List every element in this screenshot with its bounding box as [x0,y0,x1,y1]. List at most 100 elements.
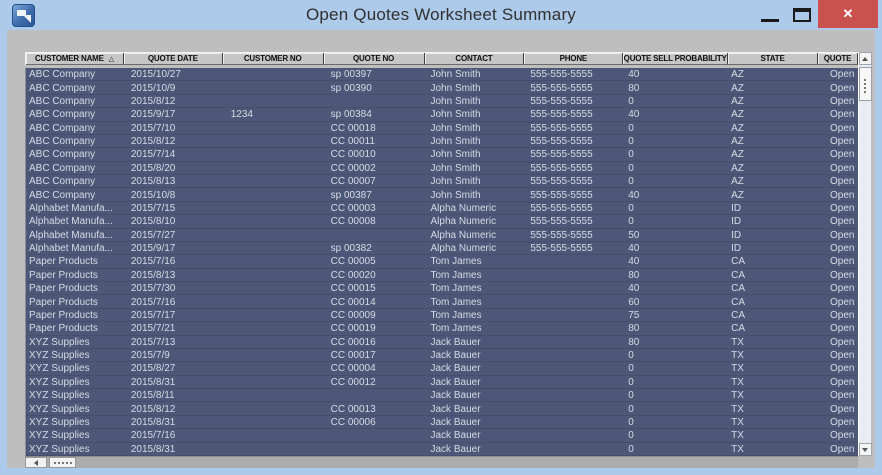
column-header-quote[interactable]: QUOTE [818,53,858,65]
titlebar[interactable]: Open Quotes Worksheet Summary ✕ [0,0,882,30]
table-row[interactable]: Alphabet Manufa...2015/9/17sp 00382Alpha… [26,242,858,255]
cell: CA [728,309,818,322]
cell: AZ [728,162,818,175]
table-row[interactable]: XYZ Supplies2015/8/31Jack Bauer0TXOpen [26,443,858,456]
cell: 2015/8/10 [124,215,223,228]
scroll-up-button[interactable] [859,52,872,65]
cell [223,242,324,255]
cell: 0 [623,376,728,389]
table-row[interactable]: Paper Products2015/7/30CC 00015Tom James… [26,282,858,295]
cell [223,269,324,282]
cell: Open [818,215,858,228]
minimize-button[interactable] [756,0,784,28]
cell: 0 [623,202,728,215]
table-row[interactable]: XYZ Supplies2015/8/11Jack Bauer0TXOpen [26,389,858,402]
cell: John Smith [425,82,525,95]
cell: Jack Bauer [425,376,525,389]
table-row[interactable]: ABC Company2015/8/12John Smith555-555-55… [26,95,858,108]
cell: Open [818,108,858,121]
cell [524,309,623,322]
cell: 2015/10/8 [124,189,223,202]
cell: CC 00010 [324,148,425,161]
table-row[interactable]: ABC Company2015/8/13CC 00007John Smith55… [26,175,858,188]
horizontal-scrollbar-thumb[interactable] [49,457,76,468]
table-row[interactable]: XYZ Supplies2015/8/31CC 00012Jack Bauer0… [26,376,858,389]
horizontal-scrollbar[interactable] [25,456,858,468]
cell [223,309,324,322]
cell: 2015/7/17 [124,309,223,322]
table-row[interactable]: ABC Company2015/10/8sp 00387John Smith55… [26,188,858,201]
column-header-customer-no[interactable]: CUSTOMER NO [223,53,324,65]
table-row[interactable]: Alphabet Manufa...2015/7/27Alpha Numeric… [26,229,858,242]
cell: 40 [623,242,728,255]
cell: XYZ Supplies [26,376,124,389]
table-row[interactable]: Alphabet Manufa...2015/8/10CC 00008Alpha… [26,215,858,228]
cell: CC 00016 [324,336,425,349]
cell: XYZ Supplies [26,429,124,442]
table-row[interactable]: Paper Products2015/8/13CC 00020Tom James… [26,269,858,282]
cell: Open [818,135,858,148]
close-button[interactable]: ✕ [818,0,878,28]
cell: 60 [623,296,728,309]
cell: 0 [623,403,728,416]
table-row[interactable]: XYZ Supplies2015/7/9CC 00017Jack Bauer0T… [26,349,858,362]
cell: Tom James [425,322,525,335]
scroll-down-button[interactable] [859,443,872,456]
table-row[interactable]: ABC Company2015/9/171234sp 00384John Smi… [26,108,858,121]
cell [524,282,623,295]
table-row[interactable]: ABC Company2015/8/20CC 00002John Smith55… [26,162,858,175]
table-header: CUSTOMER NAME△QUOTE DATECUSTOMER NOQUOTE… [25,52,858,65]
scroll-left-icon [34,460,38,466]
table-body: ABC Company2015/10/27sp 00397John Smith5… [25,68,858,456]
column-header-contact[interactable]: CONTACT [425,53,525,65]
cell: John Smith [425,175,525,188]
cell [324,229,425,242]
table-row[interactable]: ABC Company2015/10/9sp 00390John Smith55… [26,81,858,94]
column-header-customer-name[interactable]: CUSTOMER NAME△ [26,53,124,65]
table-row[interactable]: Paper Products2015/7/16CC 00014Tom James… [26,295,858,308]
table-row[interactable]: ABC Company2015/7/10CC 00018John Smith55… [26,122,858,135]
table-row[interactable]: Paper Products2015/7/21CC 00019Tom James… [26,322,858,335]
table-row[interactable]: Paper Products2015/7/16CC 00005Tom James… [26,255,858,268]
cell [223,148,324,161]
cell: 2015/8/13 [124,175,223,188]
cell: Open [818,269,858,282]
cell: ABC Company [26,108,124,121]
column-header-quote-sell-probability[interactable]: QUOTE SELL PROBABILITY [623,53,728,65]
table-row[interactable]: ABC Company2015/8/12CC 00011John Smith55… [26,135,858,148]
cell: 0 [623,349,728,362]
cell: TX [728,362,818,375]
scroll-left-button[interactable] [25,457,47,468]
table-row[interactable]: XYZ Supplies2015/8/31CC 00006Jack Bauer0… [26,416,858,429]
table-row[interactable]: Paper Products2015/7/17CC 00009Tom James… [26,309,858,322]
cell: 2015/8/11 [124,389,223,402]
table-row[interactable]: Alphabet Manufa...2015/7/15CC 00003Alpha… [26,202,858,215]
cell: CC 00004 [324,362,425,375]
cell: 555-555-5555 [524,242,623,255]
cell: 2015/7/21 [124,322,223,335]
column-header-phone[interactable]: PHONE [524,53,623,65]
column-header-state[interactable]: STATE [728,53,818,65]
cell: CC 00007 [324,175,425,188]
table-row[interactable]: ABC Company2015/7/14CC 00010John Smith55… [26,148,858,161]
cell: 555-555-5555 [524,95,623,108]
cell: CC 00003 [324,202,425,215]
cell: CC 00019 [324,322,425,335]
cell: ABC Company [26,175,124,188]
cell: 75 [623,309,728,322]
maximize-button[interactable] [788,0,816,28]
cell: Open [818,443,858,456]
cell: Open [818,376,858,389]
table-row[interactable]: ABC Company2015/10/27sp 00397John Smith5… [26,68,858,81]
cell: CC 00008 [324,215,425,228]
table-row[interactable]: XYZ Supplies2015/8/27CC 00004Jack Bauer0… [26,362,858,375]
table-row[interactable]: XYZ Supplies2015/7/13CC 00016Jack Bauer8… [26,336,858,349]
table-row[interactable]: XYZ Supplies2015/8/12CC 00013Jack Bauer0… [26,402,858,415]
table-row[interactable]: XYZ Supplies2015/7/16Jack Bauer0TXOpen [26,429,858,442]
column-header-quote-no[interactable]: QUOTE NO [324,53,425,65]
vertical-scrollbar-thumb[interactable] [859,67,872,101]
vertical-scrollbar[interactable] [858,52,871,456]
cell [524,403,623,416]
cell: TX [728,349,818,362]
column-header-quote-date[interactable]: QUOTE DATE [124,53,223,65]
